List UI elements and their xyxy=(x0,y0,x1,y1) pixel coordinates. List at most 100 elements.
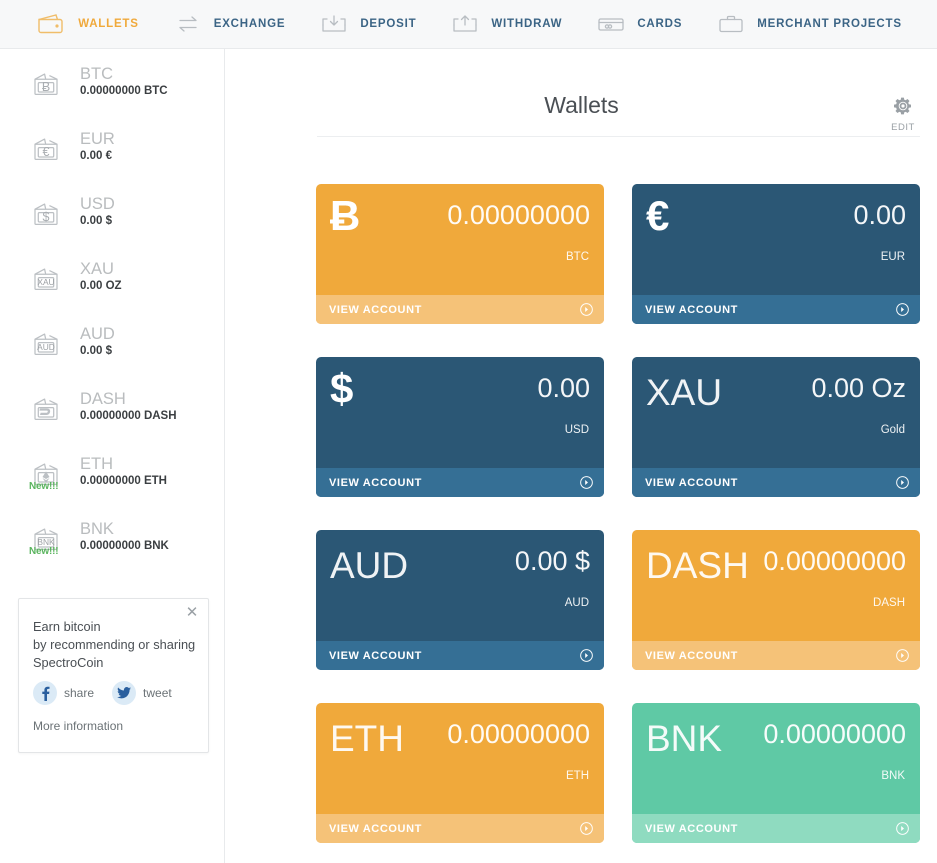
gear-icon xyxy=(894,97,911,115)
wallet-xau-icon: XAU xyxy=(34,267,58,290)
edit-wallets-button[interactable]: EDIT xyxy=(885,96,921,133)
svg-text:$: $ xyxy=(43,210,50,224)
wallet-card-xau[interactable]: XAU 0.00 Oz Gold VIEW ACCOUNT xyxy=(632,357,920,497)
view-account-button[interactable]: VIEW ACCOUNT xyxy=(632,295,920,324)
facebook-share-label: share xyxy=(64,686,95,700)
card-currency-symbol: $ xyxy=(330,365,354,412)
nav-item-deposit[interactable]: DEPOSIT xyxy=(317,0,416,49)
sidebar-wallet-btc[interactable]: Ƀ BTC 0.00000000 BTC xyxy=(0,49,224,114)
view-account-button[interactable]: VIEW ACCOUNT xyxy=(316,468,604,497)
twitter-icon xyxy=(112,681,137,705)
wallet-card-grid: Ƀ 0.00000000 BTC VIEW ACCOUNT €0.00 EUR VIEW A… xyxy=(316,184,920,843)
view-account-label: VIEW ACCOUNT xyxy=(329,303,422,316)
card-body: AUD 0.00 $ AUD xyxy=(316,530,604,637)
nav-item-cards[interactable]: CARDS xyxy=(594,0,682,49)
wallet-btc-icon: Ƀ xyxy=(34,72,58,95)
more-information-link[interactable]: More information xyxy=(33,719,123,733)
wallet-dash-icon xyxy=(28,390,66,424)
wallet-card-eth[interactable]: ETH 0.00000000 ETH VIEW ACCOUNT xyxy=(316,703,604,843)
facebook-icon xyxy=(33,681,57,705)
card-currency-symbol: AUD xyxy=(330,545,409,586)
view-account-button[interactable]: VIEW ACCOUNT xyxy=(316,814,604,843)
wallet-card-btc[interactable]: Ƀ 0.00000000 BTC VIEW ACCOUNT xyxy=(316,184,604,324)
wallet-btc-icon: Ƀ xyxy=(28,65,66,99)
chevron-right-circle-icon xyxy=(896,649,909,662)
view-account-label: VIEW ACCOUNT xyxy=(329,649,422,662)
promo-social-buttons: share tweet xyxy=(33,681,172,705)
card-currency-symbol: Ƀ xyxy=(330,192,361,239)
sidebar-wallet-balance: 0.00000000 BTC xyxy=(80,84,168,97)
nav-item-withdraw[interactable]: WITHDRAW xyxy=(448,0,562,49)
facebook-share-button[interactable]: share xyxy=(33,681,94,705)
wallet-card-aud[interactable]: AUD 0.00 $ AUD VIEW ACCOUNT xyxy=(316,530,604,670)
card-currency-label: AUD xyxy=(564,597,589,609)
card-currency-symbol: DASH xyxy=(646,545,749,586)
exchange-arrows-icon xyxy=(179,16,197,32)
wallet-usd-icon: $ xyxy=(34,202,58,225)
card-currency-symbol: XAU xyxy=(646,372,723,413)
card-body: Ƀ 0.00000000 BTC xyxy=(316,184,604,291)
card-currency-label: ETH xyxy=(566,770,589,782)
wallet-icon xyxy=(38,14,63,34)
sidebar-wallet-eth[interactable]: ETH 0.00000000 ETH New!!! xyxy=(0,439,224,504)
chevron-right-circle-icon xyxy=(580,303,593,316)
card-currency-label: BTC xyxy=(566,251,589,263)
svg-text:AUD: AUD xyxy=(37,342,55,352)
svg-text:€: € xyxy=(43,145,50,159)
card-body: DASH 0.00000000 DASH xyxy=(632,530,920,637)
wallet-eur-icon: € xyxy=(28,130,66,164)
view-account-button[interactable]: VIEW ACCOUNT xyxy=(316,295,604,324)
nav-item-wallets[interactable]: WALLETS xyxy=(35,0,139,49)
card-balance-amount: 0.00 $ xyxy=(514,546,590,576)
card-body: XAU 0.00 Oz Gold xyxy=(632,357,920,464)
sidebar-wallet-code: AUD xyxy=(80,324,115,343)
deposit-down-arrow-icon xyxy=(322,15,346,32)
nav-item-exchange[interactable]: EXCHANGE xyxy=(171,0,286,49)
nav-item-merchant-projects[interactable]: MERCHANT PROJECTS xyxy=(714,0,902,49)
sidebar-wallet-code: XAU xyxy=(80,259,114,278)
sidebar-wallet-xau[interactable]: XAU XAU 0.00 OZ xyxy=(0,244,224,309)
view-account-button[interactable]: VIEW ACCOUNT xyxy=(316,641,604,670)
sidebar-wallet-balance: 0.00 OZ xyxy=(80,279,122,292)
card-body: ETH 0.00000000 ETH xyxy=(316,703,604,810)
sidebar-wallet-balance: 0.00000000 DASH xyxy=(80,409,177,422)
view-account-button[interactable]: VIEW ACCOUNT xyxy=(632,641,920,670)
wallet-usd-icon: $ xyxy=(28,195,66,229)
sidebar-wallet-balance: 0.00 $ xyxy=(80,214,112,227)
view-account-button[interactable]: VIEW ACCOUNT xyxy=(632,814,920,843)
sidebar-wallet-dash[interactable]: DASH 0.00000000 DASH xyxy=(0,374,224,439)
card-body: BNK 0.00000000 BNK xyxy=(632,703,920,810)
new-badge: New!!! xyxy=(29,546,59,557)
wallet-card-dash[interactable]: DASH 0.00000000 DASH VIEW ACCOUNT xyxy=(632,530,920,670)
wallet-eur-icon: € xyxy=(34,137,58,160)
view-account-label: VIEW ACCOUNT xyxy=(645,649,738,662)
chevron-right-circle-icon xyxy=(580,822,593,835)
card-currency-label: Gold xyxy=(880,424,905,436)
sidebar-wallet-aud[interactable]: AUD AUD 0.00 $ xyxy=(0,309,224,374)
referral-promo-box: ✕ Earn bitcoin by recommending or sharin… xyxy=(18,598,209,753)
twitter-tweet-button[interactable]: tweet xyxy=(112,681,172,705)
view-account-button[interactable]: VIEW ACCOUNT xyxy=(632,468,920,497)
sidebar-wallet-bnk[interactable]: BNK BNK 0.00000000 BNK New!!! xyxy=(0,504,224,569)
promo-line-3: SpectroCoin xyxy=(33,655,104,670)
promo-line-2: by recommending or sharing xyxy=(33,637,196,652)
card-currency-label: USD xyxy=(564,424,589,436)
card-balance-amount: 0.00000000 xyxy=(447,200,590,230)
sidebar-wallet-balance: 0.00000000 ETH xyxy=(80,474,167,487)
sidebar-wallet-balance: 0.00 € xyxy=(80,149,112,162)
wallet-card-usd[interactable]: $0.00 USD VIEW ACCOUNT xyxy=(316,357,604,497)
sidebar-wallet-balance: 0.00000000 BNK xyxy=(80,539,169,552)
chevron-right-circle-icon xyxy=(896,303,909,316)
sidebar-wallet-code: BTC xyxy=(80,64,113,83)
wallet-card-eur[interactable]: €0.00 EUR VIEW ACCOUNT xyxy=(632,184,920,324)
promo-line-1: Earn bitcoin xyxy=(33,619,101,634)
credit-card-icon xyxy=(598,18,624,31)
nav-label: MERCHANT PROJECTS xyxy=(757,18,902,30)
sidebar-wallet-eur[interactable]: € EUR 0.00 € xyxy=(0,114,224,179)
wallet-card-bnk[interactable]: BNK 0.00000000 BNK VIEW ACCOUNT xyxy=(632,703,920,843)
wallet-aud-icon: AUD xyxy=(34,332,58,355)
sidebar-wallet-usd[interactable]: $ USD 0.00 $ xyxy=(0,179,224,244)
nav-label: WITHDRAW xyxy=(491,18,563,30)
chevron-right-circle-icon xyxy=(580,649,593,662)
card-currency-label: DASH xyxy=(873,597,905,609)
